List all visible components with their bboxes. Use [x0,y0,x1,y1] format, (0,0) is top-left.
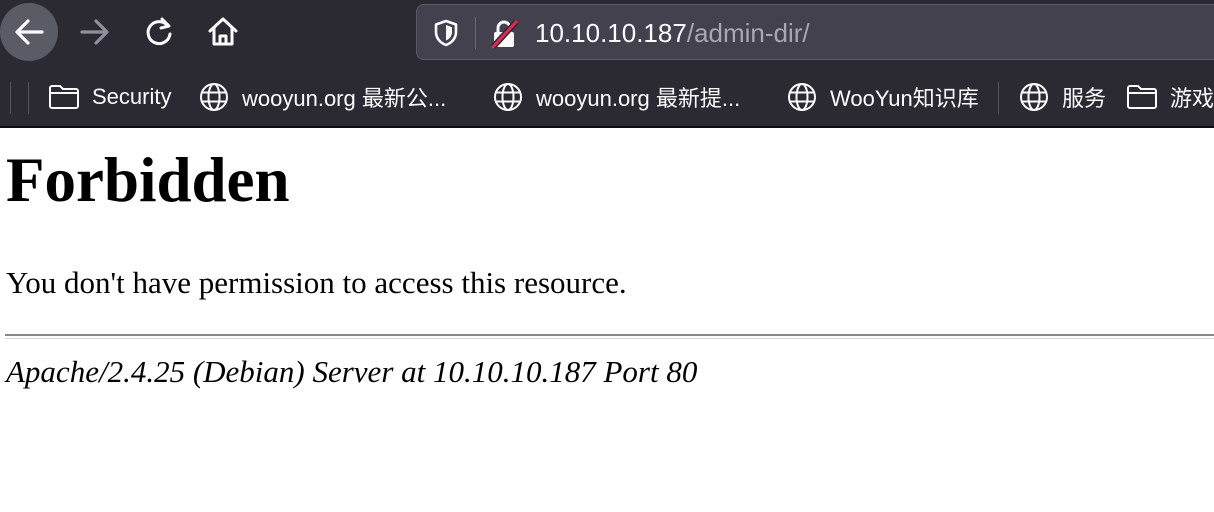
bookmark-label: 服务 [1062,86,1107,111]
error-message: You don't have permission to access this… [6,265,627,300]
bookmark-wooyun-tijiao[interactable]: wooyun.org 最新提... [492,66,741,126]
globe-icon [1020,83,1048,111]
globe-icon [200,83,228,111]
home-icon [208,17,238,46]
bookmark-separator [10,82,11,114]
forward-button[interactable] [66,3,124,61]
insecure-lock-icon[interactable] [489,19,519,49]
horizontal-rule [5,334,1214,339]
bookmark-wooyun-knowledge-base[interactable]: WooYun知识库 [786,66,979,126]
urlbar-separator [475,17,476,49]
bookmark-label: WooYun知识库 [830,86,979,111]
page-content: Forbidden You don't have permission to a… [0,128,1214,512]
bookmark-separator [998,82,999,114]
bookmark-label: wooyun.org 最新公... [242,86,447,111]
bookmark-folder-security[interactable]: Security [48,66,172,126]
arrow-right-icon [80,19,109,45]
reload-button[interactable] [130,3,188,61]
url-host: 10.10.10.187 [535,18,687,48]
back-button[interactable] [0,3,58,61]
bookmark-separator [28,82,29,114]
bookmark-label: 游戏攻 [1170,86,1214,111]
bookmark-label: Security [92,84,172,109]
browser-toolbar: 10.10.10.187/admin-dir/ [0,0,1214,66]
globe-icon [494,83,522,111]
url-text[interactable]: 10.10.10.187/admin-dir/ [535,18,810,48]
url-path: /admin-dir/ [686,18,810,48]
reload-icon [146,17,172,46]
folder-icon [1127,85,1157,109]
page-title: Forbidden [6,145,290,215]
folder-icon [49,85,79,109]
arrow-left-icon [15,19,44,45]
tracking-protection-shield-icon[interactable] [433,19,459,47]
address-bar[interactable]: 10.10.10.187/admin-dir/ [416,4,1214,60]
bookmark-label: wooyun.org 最新提... [536,86,741,111]
home-button[interactable] [194,3,252,61]
globe-icon [788,83,816,111]
bookmark-services[interactable]: 服务 [1018,66,1107,126]
bookmarks-toolbar: Security wooyun.org 最新公... wooyun.org 最新… [0,66,1214,128]
bookmark-wooyun-gongkai[interactable]: wooyun.org 最新公... [198,66,447,126]
server-signature: Apache/2.4.25 (Debian) Server at 10.10.1… [6,354,698,389]
bookmark-folder-games[interactable]: 游戏攻 [1126,66,1214,126]
